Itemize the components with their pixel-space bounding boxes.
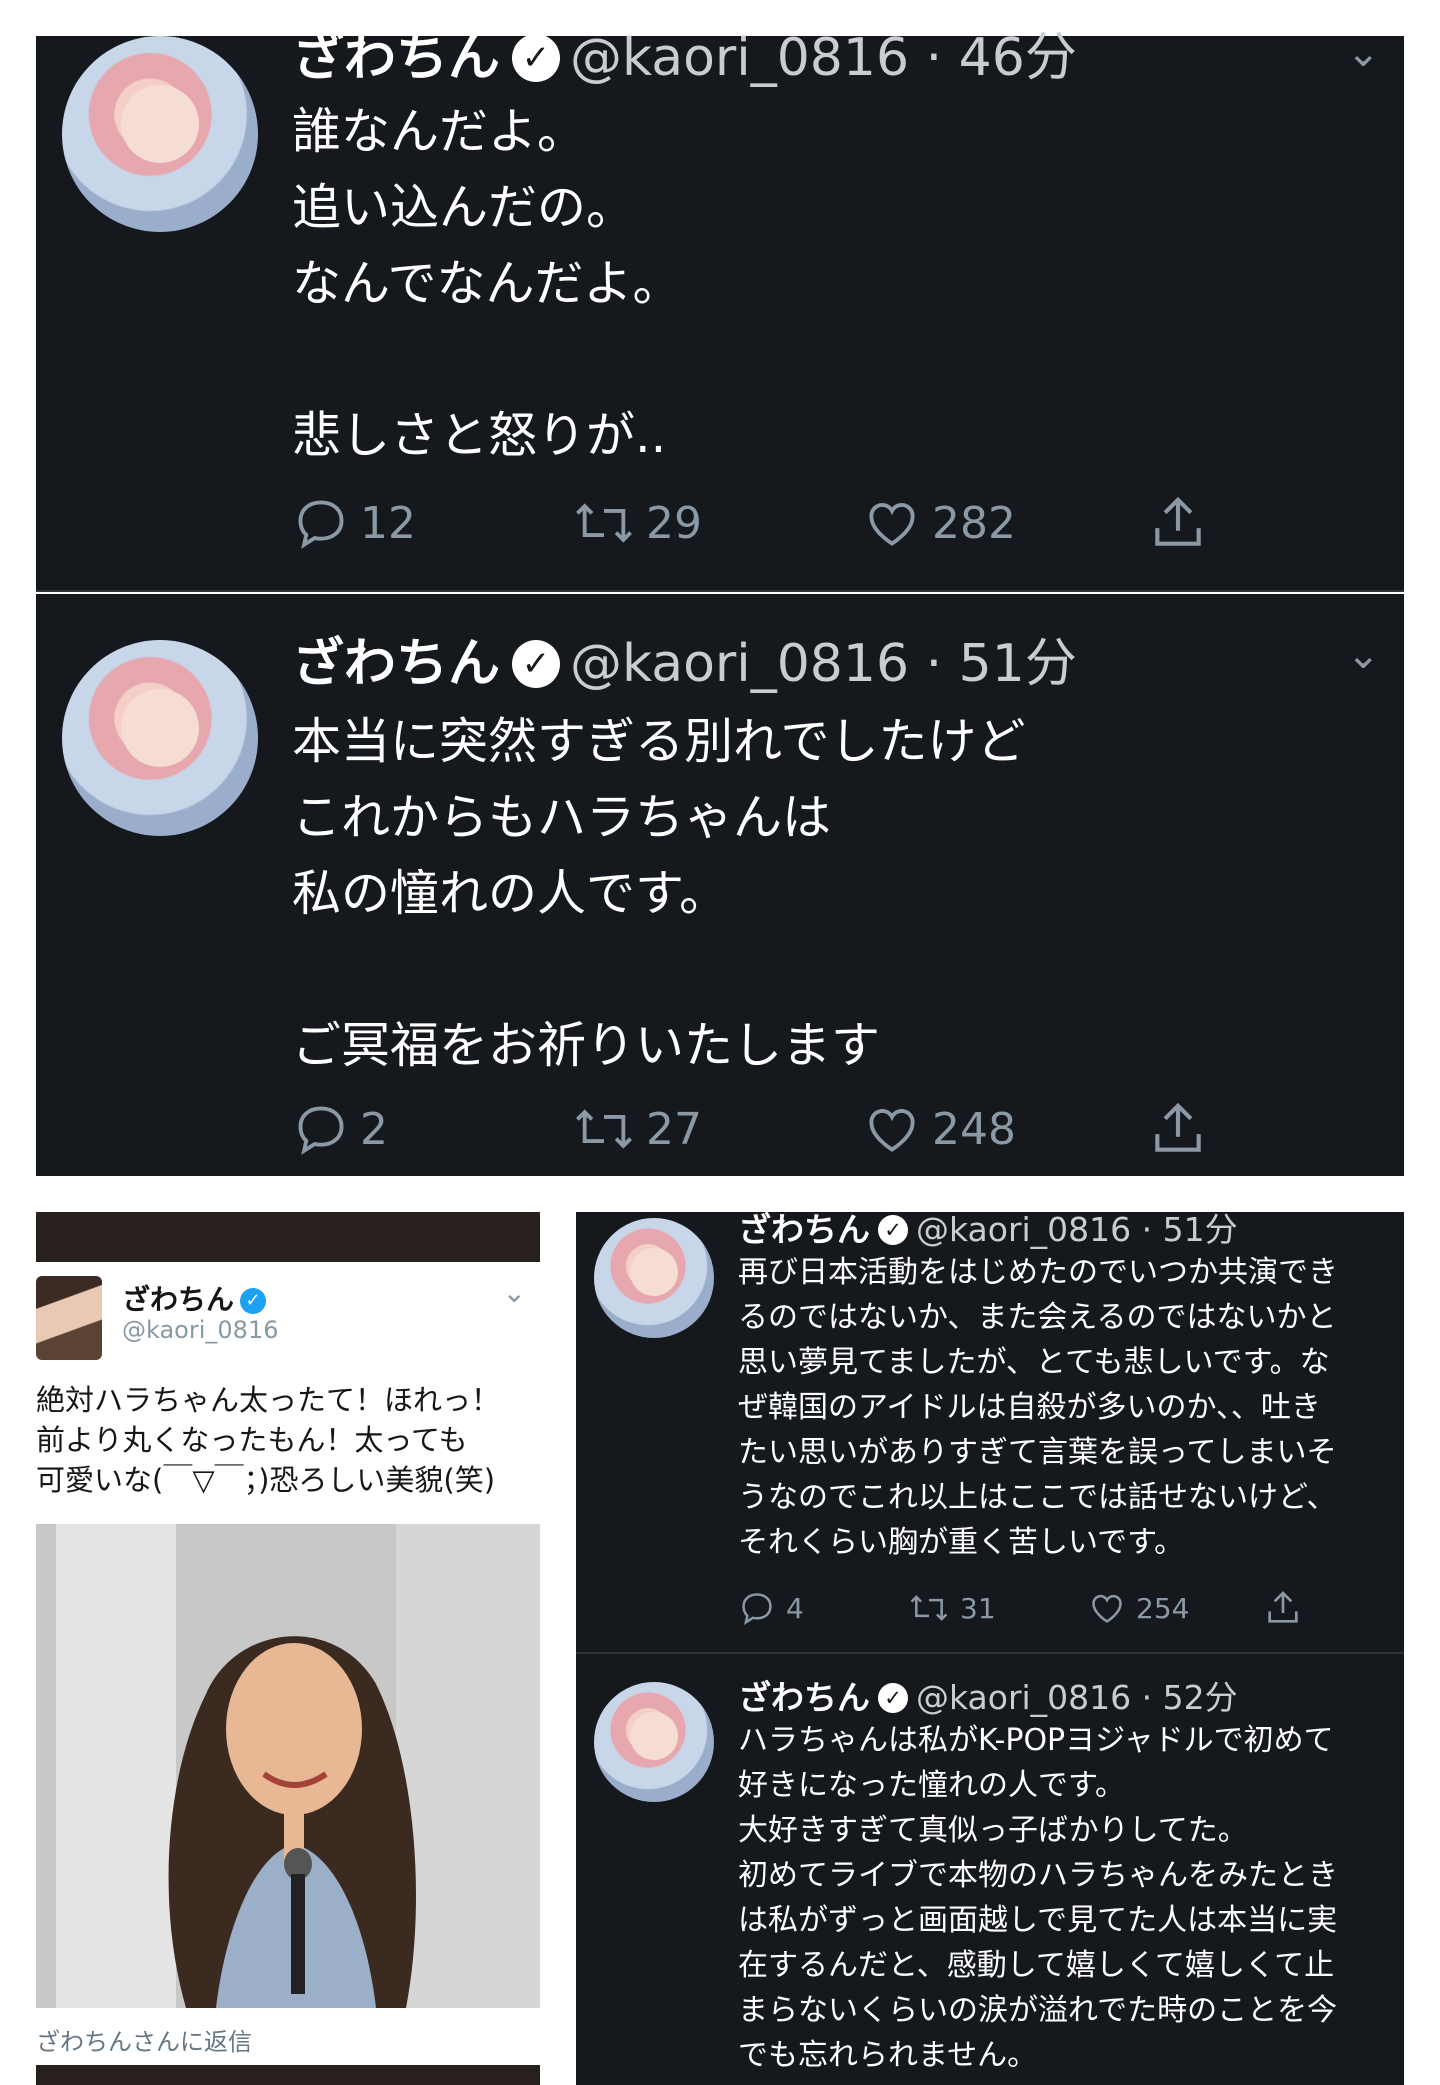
like-button[interactable]: 248	[862, 1100, 1147, 1158]
verified-badge-icon: ✓	[512, 640, 561, 688]
tweet-header: ざわちん ✓ @kaori_0816 · 46分	[292, 28, 1077, 88]
tweet-actions: 12 29 282	[292, 492, 1272, 554]
handle[interactable]: @kaori_0816	[122, 1316, 278, 1344]
like-count: 254	[1136, 1591, 1190, 1625]
retweet-icon	[576, 503, 632, 543]
timestamp: · 51分	[925, 634, 1077, 694]
timestamp: · 52分	[1141, 1678, 1238, 1717]
chevron-down-icon[interactable]: ⌄	[1346, 30, 1380, 76]
tweet-text: 誰なんだよ。 追い込んだの。 なんでなんだよ。 悲しさと怒りが..	[292, 103, 682, 464]
reply-button[interactable]: 12	[292, 494, 572, 552]
handle[interactable]: @kaori_0816	[916, 1678, 1131, 1717]
timestamp: · 46分	[925, 28, 1077, 88]
right-tweets-panel: ざわちん ✓ @kaori_0816 · 51分 再び日本活動をはじめたのでいつか共…	[576, 1212, 1404, 2085]
avatar[interactable]	[594, 1218, 714, 1338]
verified-badge-icon: ✓	[240, 1288, 267, 1314]
display-name-text: ざわちん	[122, 1283, 235, 1316]
reply-button[interactable]: 2	[292, 1100, 572, 1158]
tweet-card-2[interactable]: ざわちん ✓ @kaori_0816 · 51分 ⌄ 本当に突然すぎる別れでしたけど…	[36, 594, 1404, 1176]
reply-to-note: ざわちんさんに返信	[36, 2028, 252, 2056]
reply-icon	[742, 1593, 772, 1625]
retweet-button[interactable]: 29	[572, 494, 862, 552]
tweet-text: 絶対ハラちゃん太ったて！ほれっ！ 前より丸くなったもん！太っても 可愛いな(￣▽…	[36, 1383, 501, 1497]
tweet-header: ざわちん ✓ @kaori_0816 · 51分	[738, 1212, 1238, 1250]
display-name[interactable]: ざわちん	[738, 1212, 870, 1249]
card-top-bar	[36, 1212, 540, 1262]
retweet-count: 31	[960, 1591, 996, 1625]
display-name[interactable]: ざわちん	[292, 28, 500, 88]
portrait-image	[36, 1524, 540, 2008]
tweet-text: ハラちゃんは私がK-POPヨジャドルで初めて 好きになった憧れの人です。 大好き…	[738, 1723, 1338, 2073]
like-icon	[1092, 1594, 1122, 1623]
share-icon	[1155, 496, 1201, 546]
display-name[interactable]: ざわちん	[738, 1678, 870, 1717]
verified-badge-icon: ✓	[878, 1683, 908, 1713]
avatar[interactable]	[62, 640, 258, 836]
like-icon	[869, 502, 915, 546]
tweet-actions: 2 27 248	[292, 1098, 1272, 1160]
chevron-down-icon[interactable]: ⌄	[1346, 632, 1380, 678]
like-count: 248	[932, 1103, 1016, 1155]
share-button[interactable]	[1147, 492, 1209, 554]
tweet-text: 再び日本活動をはじめたのでいつか共演でき るのではないか、また会えるのではないか…	[738, 1255, 1338, 1560]
reply-icon	[298, 1106, 344, 1155]
handle[interactable]: @kaori_0816	[570, 28, 909, 88]
reply-count: 4	[786, 1591, 804, 1625]
retweet-button[interactable]: 27	[572, 1100, 862, 1158]
reply-count: 12	[360, 497, 416, 549]
share-button[interactable]	[1147, 1098, 1209, 1160]
retweet-icon	[910, 1595, 948, 1621]
share-icon	[1155, 1102, 1201, 1152]
retweet-count: 27	[646, 1103, 702, 1155]
reply-tweet-card[interactable]: ざわちん ✓ @kaori_0816 ⌄ 絶対ハラちゃん太ったて！ほれっ！ 前より…	[36, 1212, 540, 2085]
tweet-text: 本当に突然すぎる別れでしたけど これからもハラちゃんは 私の憧れの人です。 ご冥…	[292, 713, 1026, 1074]
tweet-card-1[interactable]: ざわちん ✓ @kaori_0816 · 46分 ⌄ 誰なんだよ。 追い込んだの。 …	[36, 28, 1404, 592]
like-count: 282	[932, 497, 1016, 549]
reply-button[interactable]: 4	[738, 1589, 908, 1627]
chevron-down-icon[interactable]: ⌄	[503, 1276, 526, 1309]
avatar[interactable]	[36, 1276, 102, 1360]
handle[interactable]: @kaori_0816	[916, 1212, 1131, 1249]
retweet-button[interactable]: 31	[908, 1589, 1088, 1627]
divider	[576, 1652, 1404, 1654]
display-name[interactable]: ざわちん	[292, 634, 500, 694]
handle[interactable]: @kaori_0816	[570, 634, 909, 694]
like-icon	[869, 1108, 915, 1152]
avatar[interactable]	[594, 1682, 714, 1802]
tweet-header: ざわちん ✓ @kaori_0816 · 52分	[738, 1678, 1238, 1718]
reply-icon	[298, 500, 344, 549]
retweet-count: 29	[646, 497, 702, 549]
tweet-header: ざわちん ✓ @kaori_0816 · 51分	[292, 634, 1077, 694]
like-button[interactable]: 282	[862, 494, 1147, 552]
avatar[interactable]	[62, 36, 258, 232]
like-button[interactable]: 254	[1088, 1589, 1263, 1627]
reply-count: 2	[360, 1103, 388, 1155]
tweet-photo[interactable]	[36, 1524, 540, 2008]
retweet-icon	[576, 1109, 632, 1149]
verified-badge-icon: ✓	[512, 34, 561, 82]
timestamp: · 51分	[1141, 1212, 1238, 1249]
share-button[interactable]	[1263, 1588, 1303, 1628]
tweet-actions: 4 31 254	[738, 1588, 1358, 1628]
display-name[interactable]: ざわちん ✓	[122, 1278, 267, 1318]
share-icon	[1268, 1591, 1298, 1623]
verified-badge-icon: ✓	[878, 1215, 908, 1245]
card-bottom-bar	[36, 2065, 540, 2085]
